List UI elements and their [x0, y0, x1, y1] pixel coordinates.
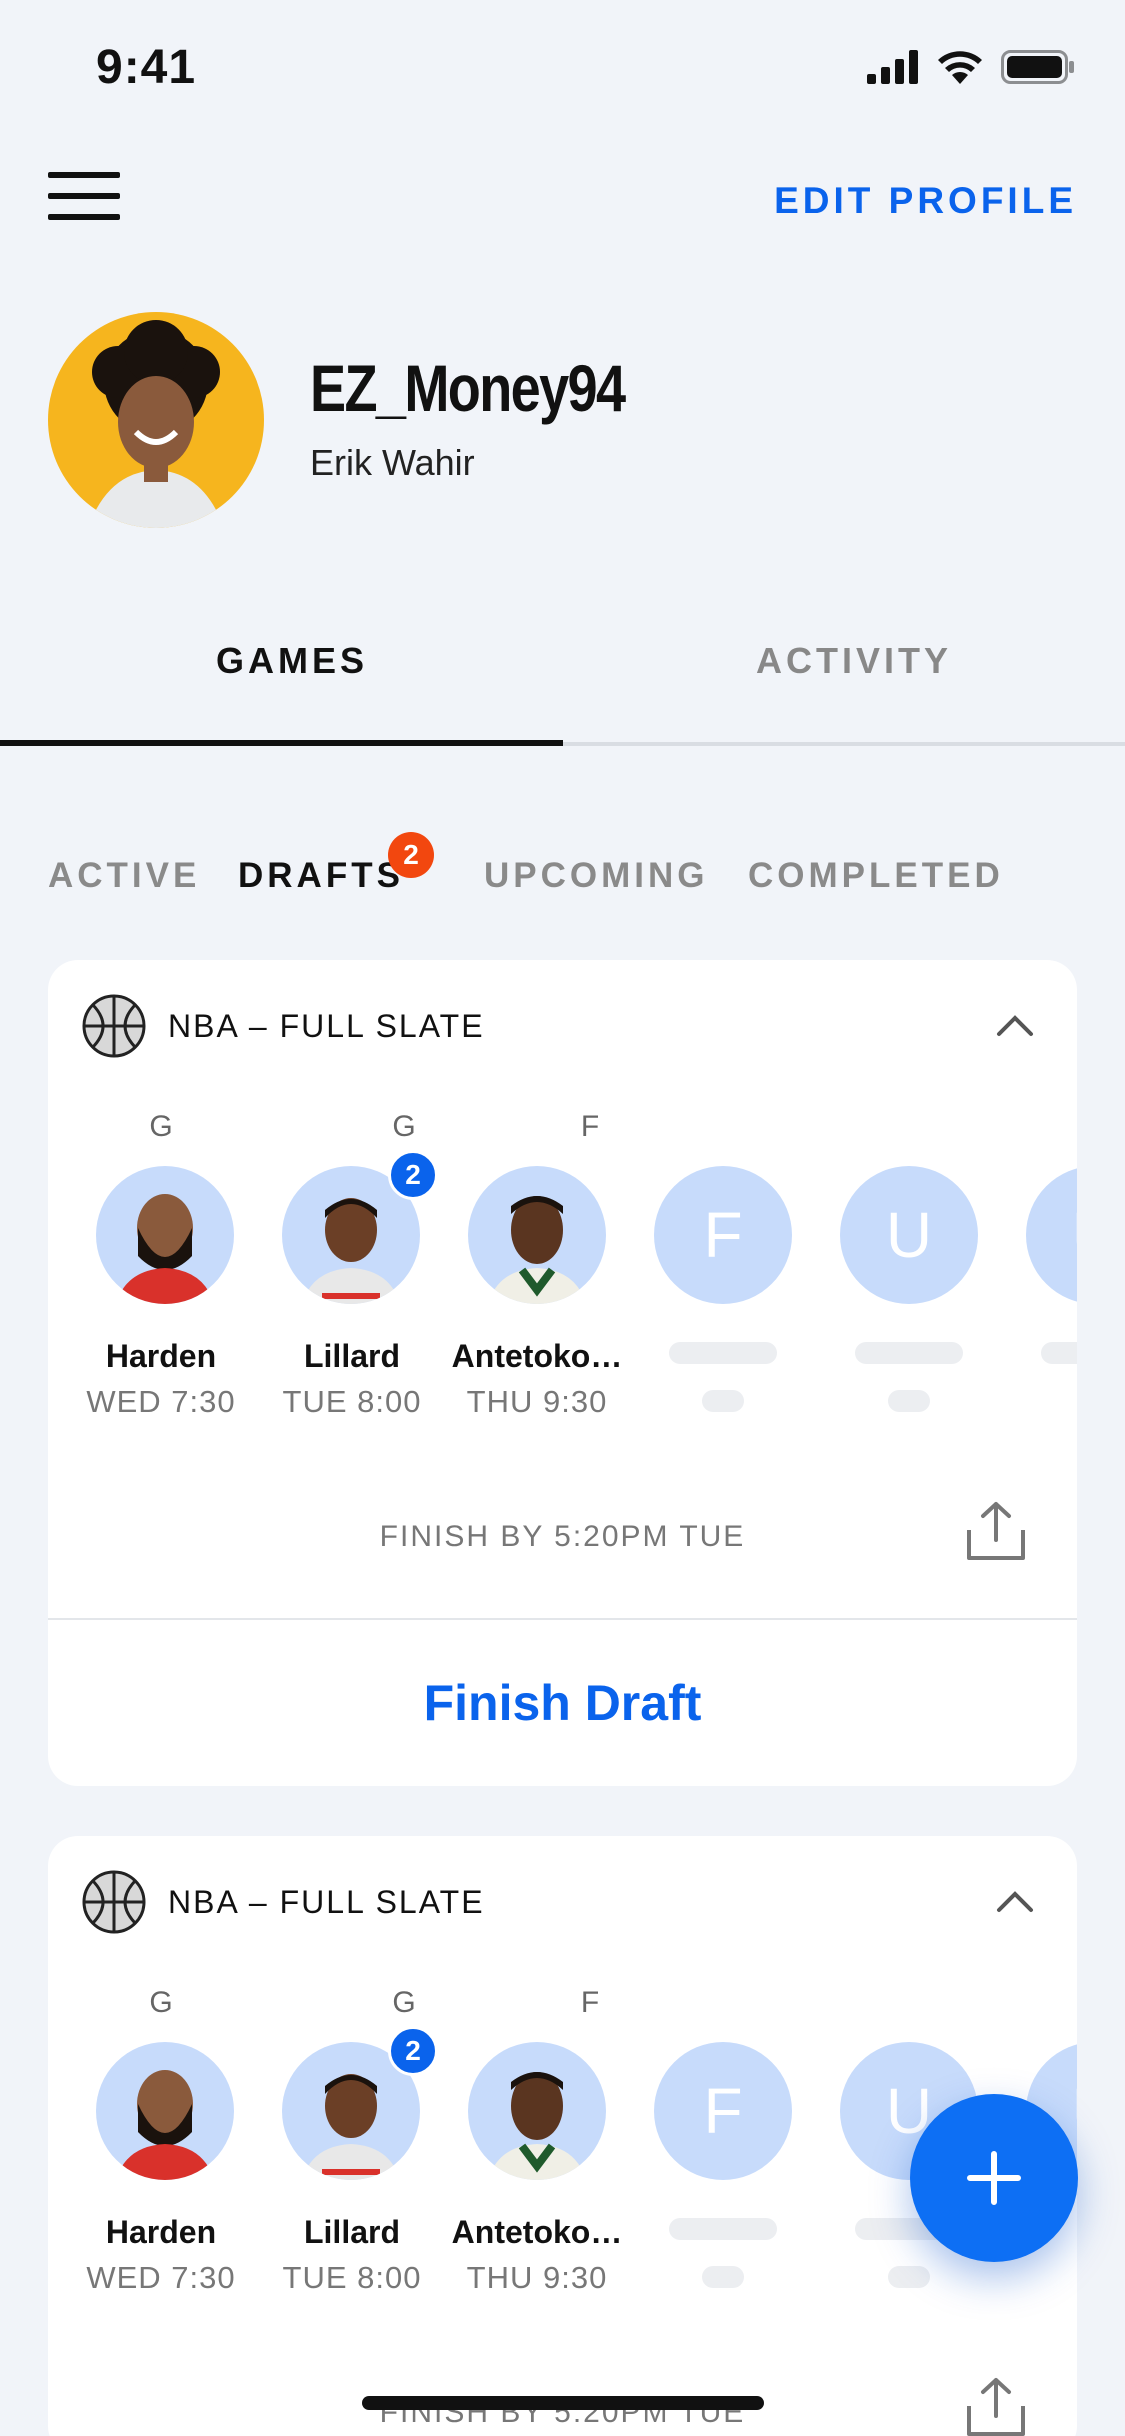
finish-draft-button[interactable]: Finish Draft	[48, 1620, 1077, 1786]
empty-slot-u[interactable]: U	[1026, 1166, 1077, 1304]
player-name: Harden	[105, 1338, 217, 1374]
subtab-drafts[interactable]: DRAFTS	[238, 856, 404, 896]
basketball-icon	[82, 1870, 146, 1934]
empty-slot-f[interactable]: F	[654, 1166, 792, 1304]
draft-card: NBA – FULL SLATE G Harden WED 7:30 G 2 L…	[48, 960, 1077, 1786]
player-game-time: TUE 8:00	[282, 1384, 422, 1419]
position-label: F	[580, 1986, 600, 2019]
player-avatar-harden[interactable]	[96, 1166, 234, 1304]
skeleton-line	[669, 1342, 777, 1364]
card-header: NBA – FULL SLATE	[82, 1870, 485, 1934]
skeleton-line	[702, 2266, 744, 2288]
player-name: Lillard	[303, 2214, 400, 2250]
main-tabs: GAMES ACTIVITY	[0, 600, 1125, 746]
plus-icon	[967, 2151, 1021, 2205]
player-game-time: THU 9:30	[466, 2260, 608, 2295]
player-avatar-antetokounmpo[interactable]	[468, 1166, 606, 1304]
card-header: NBA – FULL SLATE	[82, 994, 485, 1058]
chevron-up-icon[interactable]	[995, 1888, 1035, 1914]
hamburger-menu-icon[interactable]	[48, 172, 120, 220]
status-time: 9:41	[96, 41, 197, 94]
player-game-time: WED 7:30	[86, 2260, 236, 2295]
player-avatar-antetokounmpo[interactable]	[468, 2042, 606, 2180]
slate-label: NBA – FULL SLATE	[168, 1007, 485, 1044]
player-game-time: TUE 8:00	[282, 2260, 422, 2295]
battery-icon	[1001, 50, 1074, 84]
skeleton-line	[1041, 1342, 1077, 1364]
subtab-completed[interactable]: COMPLETED	[748, 856, 1004, 896]
position-label: G	[149, 1110, 173, 1143]
status-bar: 9:41	[0, 0, 1125, 132]
add-button[interactable]	[910, 2094, 1078, 2262]
subtab-active[interactable]: ACTIVE	[48, 856, 200, 896]
position-label: F	[580, 1110, 600, 1143]
player-avatar-harden[interactable]	[96, 2042, 234, 2180]
skeleton-line	[855, 1342, 963, 1364]
player-name: Lillard	[303, 1338, 400, 1374]
player-name: Antetoko…	[451, 2214, 623, 2250]
skeleton-line	[888, 2266, 930, 2288]
player-name: Antetoko…	[451, 1338, 623, 1374]
position-label: G	[149, 1986, 173, 2019]
player-count-badge: 2	[388, 2026, 438, 2076]
profile-username: EZ_Money94	[310, 351, 626, 425]
skeleton-line	[669, 2218, 777, 2240]
position-label: G	[392, 1986, 416, 2019]
empty-slot-f[interactable]: F	[654, 2042, 792, 2180]
home-indicator	[362, 2396, 764, 2410]
chevron-up-icon[interactable]	[995, 1012, 1035, 1038]
status-icons	[867, 50, 1075, 84]
player-count-badge: 2	[388, 1150, 438, 1200]
player-game-time: WED 7:30	[86, 1384, 236, 1419]
skeleton-line	[888, 1390, 930, 1412]
cellular-signal-icon	[867, 50, 918, 84]
drafts-count-badge: 2	[388, 832, 434, 878]
finish-by-text: FINISH BY 5:20PM TUE	[379, 1520, 746, 1553]
profile-full-name: Erik Wahir	[310, 442, 475, 483]
player-name: Harden	[105, 2214, 217, 2250]
tab-activity[interactable]: ACTIVITY	[756, 640, 952, 682]
subtab-upcoming[interactable]: UPCOMING	[484, 856, 709, 896]
slate-label: NBA – FULL SLATE	[168, 1883, 485, 1920]
skeleton-line	[702, 1390, 744, 1412]
wifi-icon	[938, 51, 982, 84]
share-icon[interactable]	[965, 1500, 1027, 1562]
player-row: G Harden WED 7:30 G 2 Lillard TUE 8:00 F…	[48, 1110, 1077, 1419]
avatar	[48, 312, 264, 528]
player-game-time: THU 9:30	[466, 1384, 608, 1419]
tab-games[interactable]: GAMES	[216, 640, 368, 682]
basketball-icon	[82, 994, 146, 1058]
empty-slot-u[interactable]: U	[840, 1166, 978, 1304]
position-label: G	[392, 1110, 416, 1143]
share-icon[interactable]	[965, 2376, 1027, 2436]
edit-profile-button[interactable]: EDIT PROFILE	[774, 180, 1077, 222]
tabs-indicator	[0, 740, 563, 746]
